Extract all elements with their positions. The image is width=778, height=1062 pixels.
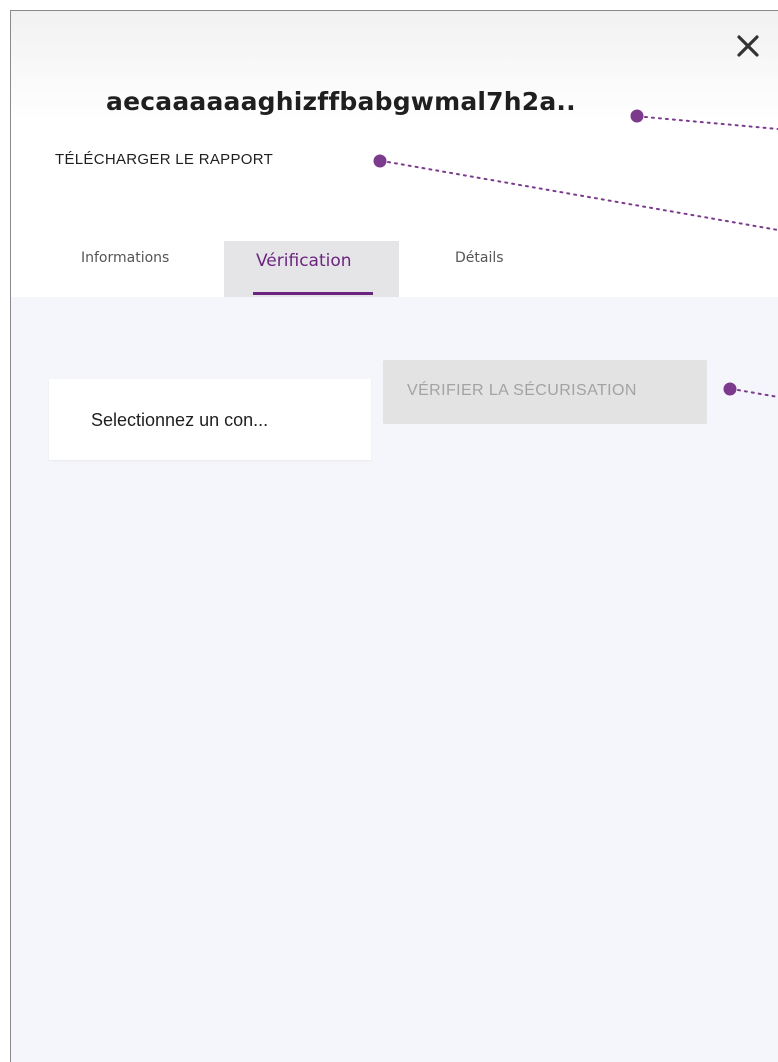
container-selector[interactable]: Selectionnez un con...	[49, 379, 371, 460]
tab-informations[interactable]: Informations	[67, 241, 197, 297]
verify-button-label: VÉRIFIER LA SÉCURISATION	[407, 382, 637, 399]
side-panel: aecaaaaaaghizffbabgwmal7h2a.. TÉLÉCHARGE…	[10, 10, 778, 1062]
tab-bar: Informations Vérification Détails	[11, 241, 778, 297]
tab-label: Détails	[455, 250, 504, 266]
active-tab-indicator	[253, 292, 373, 295]
verify-security-button[interactable]: VÉRIFIER LA SÉCURISATION	[383, 360, 707, 424]
tab-label: Vérification	[256, 251, 352, 271]
close-icon	[737, 35, 759, 57]
tab-label: Informations	[81, 250, 170, 266]
tab-details[interactable]: Détails	[431, 241, 551, 297]
tab-verification[interactable]: Vérification	[224, 241, 399, 297]
download-report-link[interactable]: TÉLÉCHARGER LE RAPPORT	[55, 151, 273, 168]
close-button[interactable]	[731, 29, 765, 63]
selector-value: Selectionnez un con...	[91, 410, 269, 430]
document-title: aecaaaaaaghizffbabgwmal7h2a..	[106, 87, 576, 116]
